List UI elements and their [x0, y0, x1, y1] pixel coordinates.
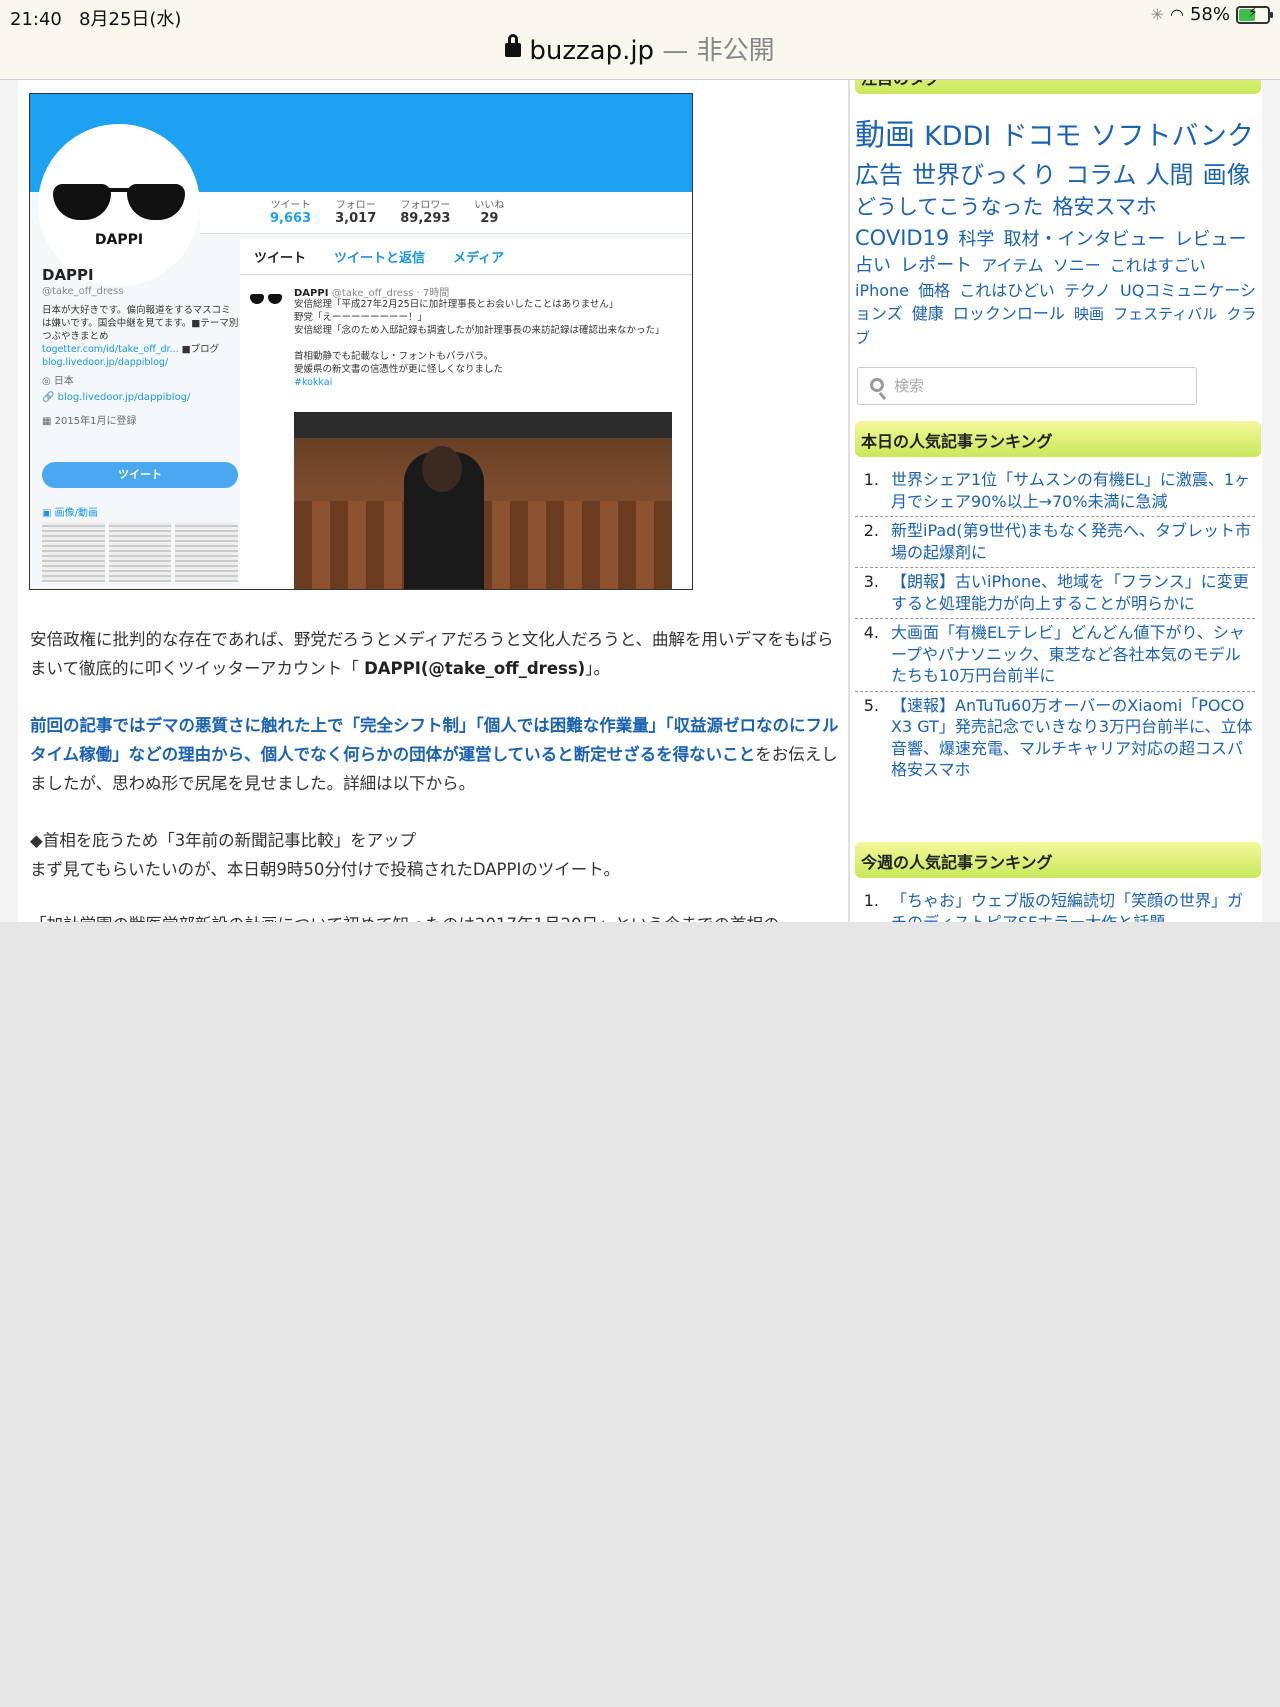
tag-cloud: 動画 KDDI ドコモ ソフトバンク 広告 世界びっくり コラム 人間 画像 ど… — [855, 114, 1259, 350]
profile-tabs: ツイート ツイートと返信 メディア — [240, 239, 692, 275]
search-icon — [870, 378, 884, 392]
private-mode-label: 非公開 — [696, 36, 775, 66]
weekly-ranking-list: 1. 「ちゃお」ウェブ版の短編読切「笑顔の世界」ガチのディストピアSFホラー大作と… — [855, 887, 1255, 922]
tag-link[interactable]: COVID19 — [855, 226, 949, 250]
search-box — [857, 367, 1197, 405]
weekly-ranking-header: 今週の人気記事ランキング — [855, 842, 1261, 878]
daily-ranking-header: 本日の人気記事ランキング — [855, 421, 1261, 457]
address-bar[interactable]: buzzap.jp — 非公開 — [0, 30, 1280, 67]
tab-replies: ツイートと返信 — [334, 251, 426, 266]
profile-bio: 日本が大好きです。偏向報道をするマスコミは嫌いです。国会中継を見てます。■テーマ… — [42, 305, 239, 368]
battery-icon: ⚡ — [1236, 4, 1273, 24]
ranking-item[interactable]: 3. 【朗報】古いiPhone、地域を「フランス」に変更すると処理能力が向上するこ… — [855, 568, 1255, 619]
ranking-item[interactable]: 4. 大画面「有機ELテレビ」どんどん値下がり、シャープやパナソニック、東芝など各… — [855, 619, 1255, 692]
tag-link[interactable]: アイテム — [981, 256, 1043, 275]
tweet-button: ツイート — [42, 462, 238, 488]
tags-header: 注目のタグ — [855, 80, 1261, 94]
image-icon: ▣ — [42, 508, 52, 519]
tag-link[interactable]: 世界びっくり — [912, 161, 1056, 189]
tag-link[interactable]: 格安スマホ — [1052, 195, 1156, 219]
ranking-item[interactable]: 2. 新型iPad(第9世代)まもなく発売へ、タブレット市場の起爆剤に — [855, 517, 1255, 568]
tag-link[interactable]: KDDI — [924, 121, 991, 152]
battery-percent: 58% — [1189, 4, 1230, 25]
profile-location: ◎ 日本 — [42, 376, 74, 387]
browser-top-bar: 21:40 8月25日(水) ✳ ◠ 58% ⚡ buzzap.jp — 非公開 — [0, 0, 1280, 80]
previous-article-link[interactable]: 前回の記事ではデマの悪質さに触れた上で「完全シフト制」「個人では困難な作業量」「… — [30, 716, 839, 764]
tag-link[interactable]: これはひどい — [959, 281, 1055, 300]
profile-joined: ▦ 2015年1月に登録 — [42, 416, 137, 427]
tag-link[interactable]: これはすごい — [1110, 256, 1206, 275]
tag-link[interactable]: 画像 — [1203, 161, 1251, 189]
tag-link[interactable]: 科学 — [958, 229, 994, 250]
status-time: 21:40 8月25日(水) — [10, 5, 181, 31]
ranking-item[interactable]: 1. 「ちゃお」ウェブ版の短編読切「笑顔の世界」ガチのディストピアSFホラー大作と… — [855, 887, 1255, 922]
url-separator: — — [654, 36, 697, 66]
profile-stats: ツイート 9,663 フォロー 3,017 フォロワー 89,293 いいね 29 — [200, 192, 692, 234]
tag-link[interactable]: 取材・インタビュー — [1003, 229, 1165, 250]
status-clock: 21:40 — [10, 9, 62, 30]
ranking-item[interactable]: 5. 【速報】AnTuTu60万オーバーのXiaomi「POCO X3 GT」発売… — [855, 692, 1255, 785]
lock-icon — [505, 34, 522, 57]
link-icon: 🔗 — [42, 392, 55, 403]
wifi-icon: ◠ — [1170, 5, 1184, 24]
status-date: 8月25日(水) — [79, 9, 182, 30]
article-paragraph-3: まず見てもらいたいのが、本日朝9時50分付けで投稿されたDAPPIのツイート。 — [30, 860, 620, 879]
media-thumbnails — [42, 522, 239, 582]
status-indicators: ✳ ◠ 58% ⚡ — [1150, 4, 1273, 25]
tag-link[interactable]: フェスティバル — [1113, 305, 1217, 323]
stat-tweets: ツイート 9,663 — [270, 200, 312, 226]
tag-link[interactable]: 広告 — [855, 161, 903, 189]
charging-bolt-icon: ⚡ — [1248, 4, 1258, 21]
tag-link[interactable]: 価格 — [918, 281, 950, 300]
tag-link[interactable]: レビュー — [1175, 229, 1247, 250]
url-domain: buzzap.jp — [529, 36, 655, 66]
tag-link[interactable]: レポート — [900, 255, 972, 276]
tweet-photo — [294, 412, 672, 589]
tag-link[interactable]: 占い — [855, 255, 891, 276]
profile-handle: @take_off_dress — [42, 286, 124, 297]
tag-link[interactable]: iPhone — [855, 281, 909, 300]
tweet-header: DAPPI @take_off_dress · 7時間 — [294, 288, 450, 299]
web-page: DAPPI ツイート 9,663 フォロー 3,017 フォロワー 89,293 いい… — [0, 80, 1280, 922]
ranking-item[interactable]: 1. 世界シェア1位「サムスンの有機EL」に激震、1ヶ月でシェア90%以上→70%… — [855, 466, 1255, 517]
tag-link[interactable]: 動画 — [855, 118, 915, 153]
sidebar: 注目のタグ 動画 KDDI ドコモ ソフトバンク 広告 世界びっくり コラム 人… — [850, 80, 1262, 922]
media-label: ▣ 画像/動画 — [42, 508, 99, 519]
tab-media: メディア — [453, 251, 505, 266]
tweet-card: DAPPI @take_off_dress · 7時間 安倍総理「平成27年2月… — [240, 276, 692, 589]
tag-link[interactable]: テクノ — [1064, 281, 1111, 300]
tag-link[interactable]: コラム — [1065, 161, 1136, 189]
article-heading: ◆首相を庇うため「3年前の新聞記事比較」をアップ — [30, 831, 417, 850]
tweet-avatar-icon — [250, 290, 282, 310]
avatar-text: DAPPI — [94, 232, 144, 248]
tag-link[interactable]: ソフトバンク — [1091, 121, 1254, 152]
tag-link[interactable]: 映画 — [1074, 305, 1104, 323]
tag-link[interactable]: どうしてこうなった — [855, 195, 1043, 219]
tag-link[interactable]: 健康 — [912, 304, 944, 323]
profile-website: 🔗 blog.livedoor.jp/dappiblog/ — [42, 392, 191, 403]
stat-following: フォロー 3,017 — [335, 200, 377, 226]
stat-likes: いいね 29 — [474, 200, 505, 226]
article-column: DAPPI ツイート 9,663 フォロー 3,017 フォロワー 89,293 いい… — [18, 80, 848, 922]
tab-tweets: ツイート — [254, 251, 307, 266]
article-paragraph-2: 前回の記事ではデマの悪質さに触れた上で「完全シフト制」「個人では困難な作業量」「… — [30, 716, 839, 793]
search-input[interactable] — [894, 372, 1184, 400]
sunglasses-icon — [53, 184, 185, 220]
tag-link[interactable]: 人間 — [1146, 161, 1194, 189]
tag-link[interactable]: ドコモ — [1000, 121, 1081, 152]
tweet-text: 安倍総理「平成27年2月25日に加計理事長とお会いしたことはありません」 野党「… — [294, 299, 665, 388]
daily-ranking-list: 1. 世界シェア1位「サムスンの有機EL」に激震、1ヶ月でシェア90%以上→70%… — [855, 466, 1255, 785]
loading-icon: ✳ — [1150, 5, 1165, 24]
tag-link[interactable]: ソニー — [1053, 256, 1101, 275]
article-paragraph-4: 「加計学園の獣医学部新設の計画について初めて知ったのは2017年1月20日」とい… — [30, 910, 842, 922]
profile-name: DAPPI — [42, 266, 94, 284]
article-paragraph-1: 安倍政権に批判的な存在であれば、野党だろうとメディアだろうと文化人だろうと、曲解… — [30, 630, 834, 678]
tag-link[interactable]: ロックンロール — [953, 304, 1065, 323]
twitter-profile-screenshot: DAPPI ツイート 9,663 フォロー 3,017 フォロワー 89,293 いい… — [29, 93, 693, 590]
calendar-icon: ▦ — [42, 416, 52, 427]
stat-followers: フォロワー 89,293 — [400, 200, 451, 226]
profile-avatar: DAPPI — [38, 124, 200, 286]
